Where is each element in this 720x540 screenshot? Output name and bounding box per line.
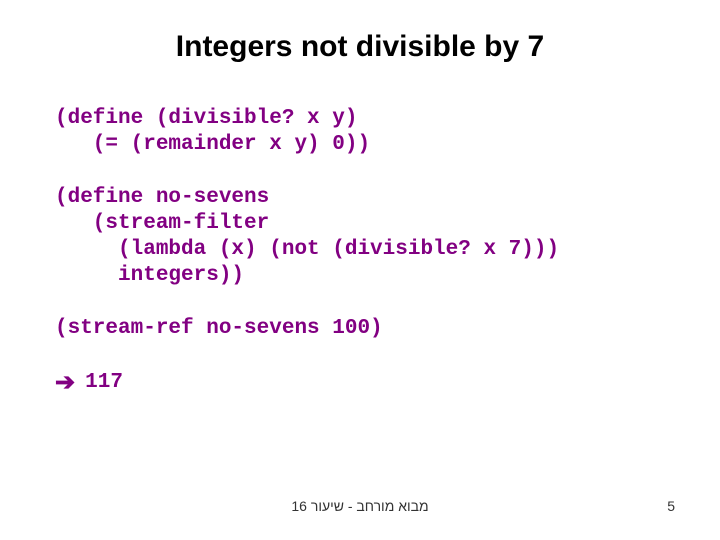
arrow-icon: ➔ [55, 368, 75, 397]
code-block-define-divisible: (define (divisible? x y) (= (remainder x… [55, 106, 665, 159]
result-row: ➔ 117 [55, 368, 665, 397]
result-value: 117 [85, 371, 123, 394]
code-block-define-no-sevens: (define no-sevens (stream-filter (lambda… [55, 185, 665, 290]
code-block-stream-ref: (stream-ref no-sevens 100) [55, 316, 665, 342]
slide-title: Integers not divisible by 7 [55, 30, 665, 64]
footer-center-text: מבוא מורחב - שיעור 16 [291, 498, 428, 514]
footer-page-number: 5 [667, 498, 675, 514]
